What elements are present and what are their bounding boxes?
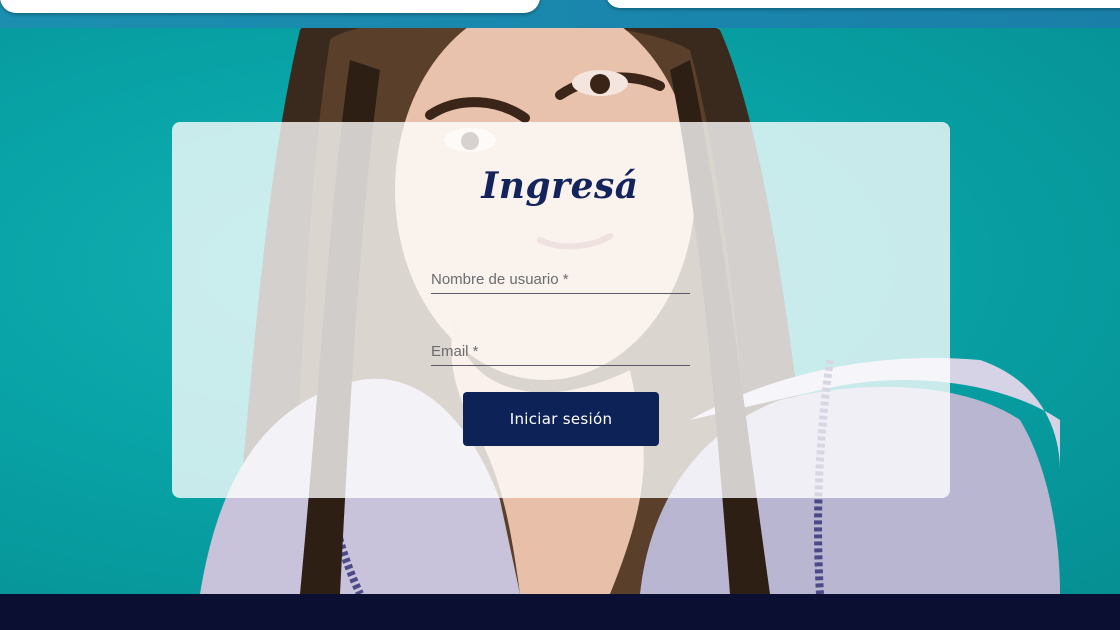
username-field[interactable] xyxy=(431,266,690,294)
username-input[interactable] xyxy=(431,266,690,293)
footer-bar xyxy=(0,594,1120,630)
email-input[interactable] xyxy=(431,338,690,365)
header-panel-left xyxy=(0,0,540,13)
login-submit-button[interactable]: Iniciar sesión xyxy=(463,392,659,446)
email-field[interactable] xyxy=(431,338,690,366)
top-header-bar xyxy=(0,0,1120,28)
login-title: Ingresá xyxy=(481,165,639,207)
header-panel-right xyxy=(606,0,1120,8)
